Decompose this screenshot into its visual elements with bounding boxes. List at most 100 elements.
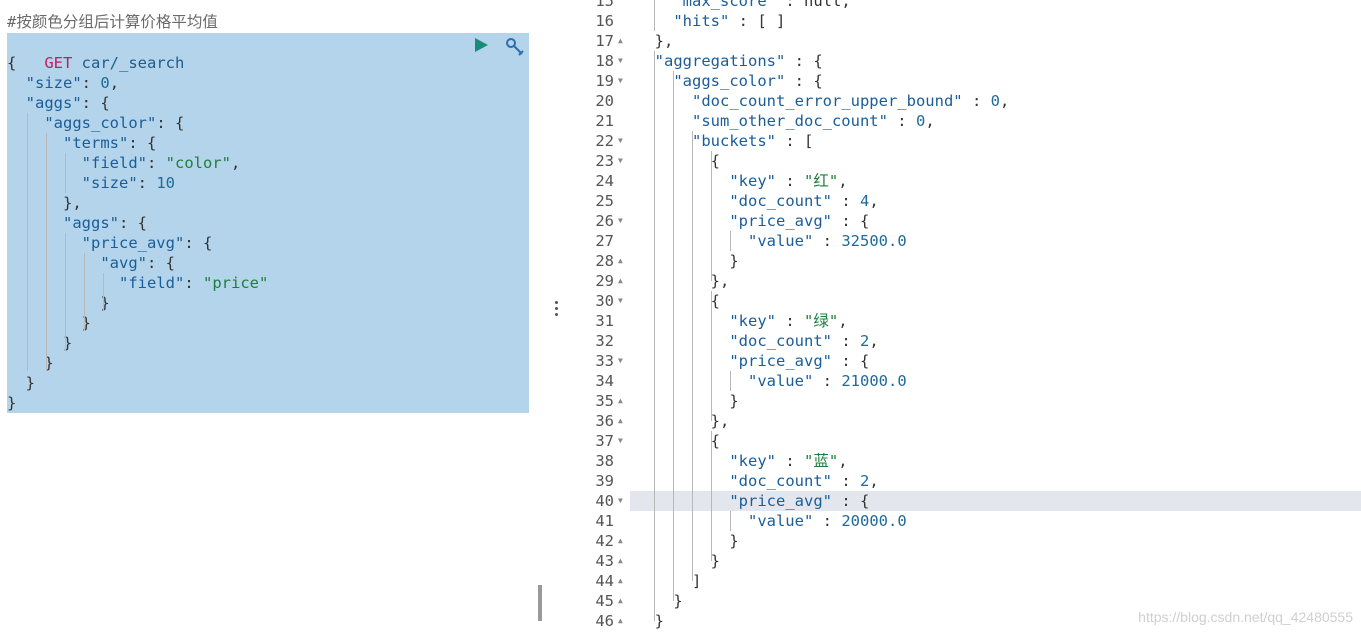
line-number: 42 — [595, 532, 614, 550]
fold-toggle-icon[interactable]: ▼ — [618, 491, 623, 511]
indent-guide — [711, 151, 712, 281]
request-code-line[interactable]: }, — [7, 193, 82, 213]
fold-toggle-icon[interactable]: ▼ — [618, 131, 623, 151]
response-viewer[interactable]: 15 16 17 ▲ 18 ▼ 19 ▼ 20 21 22 ▼ 23 ▼ 24 25 26 ▼ 27 28 ▲ 29 ▲ 30… — [568, 0, 1361, 635]
indent-guide — [103, 273, 104, 311]
response-code-line: } — [636, 392, 739, 410]
line-number: 37 — [595, 432, 614, 450]
line-number: 40 — [595, 492, 614, 510]
response-code-line: "aggregations" : { — [654, 52, 823, 70]
request-code-line[interactable]: } — [7, 293, 109, 313]
line-number: 26 — [595, 212, 614, 230]
fold-toggle-icon[interactable]: ▲ — [618, 611, 623, 631]
line-number: 18 — [595, 52, 614, 70]
response-code-line: } — [636, 252, 739, 270]
indent-guide — [654, 51, 655, 621]
request-comment: #按颜色分组后计算价格平均值 — [7, 13, 218, 31]
watermark: https://blog.csdn.net/qq_42480555 — [1138, 609, 1353, 625]
response-code-line: "key" : "绿", — [729, 312, 848, 330]
response-code-line: } — [636, 532, 739, 550]
line-number: 24 — [595, 172, 614, 190]
indent-guide — [65, 233, 66, 351]
line-number: 38 — [595, 452, 614, 470]
fold-toggle-icon[interactable]: ▲ — [618, 531, 623, 551]
fold-toggle-icon[interactable]: ▲ — [618, 391, 623, 411]
play-icon[interactable] — [472, 36, 490, 54]
indent-guide — [711, 431, 712, 561]
line-number: 22 — [595, 132, 614, 150]
fold-toggle-icon[interactable]: ▲ — [618, 591, 623, 611]
response-code-line: "value" : 21000.0 — [747, 372, 907, 390]
indent-guide — [730, 231, 731, 251]
response-code-line: }, — [636, 412, 730, 430]
request-code-line[interactable]: "field": "color", — [7, 153, 241, 173]
wrench-icon[interactable] — [504, 36, 526, 58]
line-number: 28 — [595, 252, 614, 270]
request-code-line[interactable]: "aggs": { — [7, 93, 110, 113]
scrollbar-thumb[interactable] — [538, 585, 542, 621]
response-code-line: "key" : "蓝", — [729, 452, 848, 470]
line-number: 34 — [595, 372, 614, 390]
response-code-line: "price_avg" : { — [729, 352, 870, 370]
indent-guide — [730, 371, 731, 391]
response-code-line: "price_avg" : { — [729, 212, 870, 230]
fold-toggle-icon[interactable]: ▼ — [618, 351, 623, 371]
line-number: 15 — [595, 0, 614, 10]
response-code-line: "value" : 20000.0 — [747, 512, 907, 530]
fold-toggle-icon[interactable]: ▲ — [618, 571, 623, 591]
request-code-line[interactable]: "aggs_color": { — [7, 113, 184, 133]
response-code-line: }, — [636, 272, 730, 290]
response-code-line: "hits" : [ ] — [673, 12, 786, 30]
fold-toggle-icon[interactable]: ▼ — [618, 431, 623, 451]
request-code-line[interactable]: { — [7, 53, 16, 73]
response-code-line: "doc_count_error_upper_bound" : 0, — [692, 92, 1010, 110]
request-code-line[interactable]: "avg": { — [7, 253, 175, 273]
http-method: GET — [44, 54, 73, 72]
response-code-line: { — [636, 292, 720, 310]
indent-guide — [654, 0, 655, 31]
request-code-line[interactable]: "size": 0, — [7, 73, 119, 93]
response-code-line: "key" : "红", — [729, 172, 848, 190]
panel-divider[interactable] — [548, 0, 568, 635]
fold-toggle-icon[interactable]: ▲ — [618, 31, 623, 51]
line-number: 20 — [595, 92, 614, 110]
line-number: 39 — [595, 472, 614, 490]
request-line[interactable]: GET car/_search — [7, 33, 184, 72]
request-editor[interactable]: #按颜色分组后计算价格平均值 GET car/_search { "size":… — [0, 0, 548, 635]
request-code-line[interactable]: } — [7, 393, 16, 413]
fold-toggle-icon[interactable]: ▼ — [618, 151, 623, 171]
request-code-line[interactable]: } — [7, 373, 35, 393]
request-code-line[interactable]: "size": 10 — [7, 173, 175, 193]
line-number: 32 — [595, 332, 614, 350]
fold-toggle-icon[interactable]: ▲ — [618, 251, 623, 271]
fold-toggle-icon[interactable]: ▼ — [618, 291, 623, 311]
fold-toggle-icon[interactable]: ▲ — [618, 411, 623, 431]
fold-toggle-icon[interactable]: ▼ — [618, 51, 623, 71]
response-code-line: { — [636, 152, 720, 170]
indent-guide — [46, 133, 47, 371]
line-number: 33 — [595, 352, 614, 370]
response-code-line: }, — [636, 32, 674, 50]
line-number: 30 — [595, 292, 614, 310]
indent-guide — [673, 71, 674, 601]
fold-toggle-icon[interactable]: ▲ — [618, 271, 623, 291]
line-number: 31 — [595, 312, 614, 330]
indent-guide — [84, 253, 85, 331]
indent-guide — [65, 153, 66, 193]
fold-toggle-icon[interactable]: ▲ — [618, 551, 623, 571]
request-code-line[interactable]: "price_avg": { — [7, 233, 213, 253]
request-code-line[interactable]: } — [7, 313, 91, 333]
line-number: 44 — [595, 572, 614, 590]
vertical-ellipsis-icon[interactable] — [555, 301, 558, 319]
request-code-line[interactable]: "terms": { — [7, 133, 156, 153]
fold-toggle-icon[interactable]: ▼ — [618, 71, 623, 91]
line-number: 36 — [595, 412, 614, 430]
fold-toggle-icon[interactable]: ▼ — [618, 211, 623, 231]
response-code-line: "sum_other_doc_count" : 0, — [692, 112, 935, 130]
request-code-line[interactable]: } — [7, 333, 72, 353]
line-number: 41 — [595, 512, 614, 530]
line-number: 16 — [595, 12, 614, 30]
response-code-line: "value" : 32500.0 — [747, 232, 907, 250]
line-number: 46 — [595, 612, 614, 630]
request-code-line[interactable]: "aggs": { — [7, 213, 147, 233]
